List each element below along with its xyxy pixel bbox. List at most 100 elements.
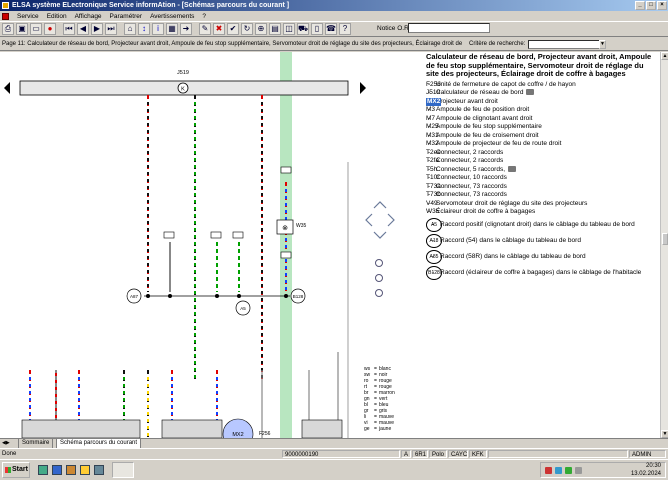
refresh-icon[interactable]: ↻ (241, 23, 253, 35)
image-icon[interactable]: ▦ (166, 23, 178, 35)
camera-icon[interactable] (508, 165, 517, 172)
app-menu-icon[interactable] (2, 12, 9, 20)
legend-circle-list: A5- Raccord positif (clignotant droit) da… (398, 218, 660, 281)
tab-scroll-icon[interactable]: ◀▶ (2, 440, 10, 446)
start-button[interactable]: Start (2, 462, 30, 478)
nav-first-icon[interactable]: ⏮ (63, 23, 75, 35)
diagram-prev-arrow-icon[interactable] (4, 82, 10, 94)
diagram-next-arrow-icon[interactable] (360, 82, 366, 94)
close-button[interactable]: × (657, 1, 667, 10)
legend-item[interactable]: M7- Ampoule de clignotant avant droit (398, 115, 660, 124)
wrench-icon[interactable]: ✎ (199, 23, 211, 35)
quicklaunch-ie-icon[interactable] (52, 465, 62, 475)
maximize-button[interactable]: □ (646, 1, 656, 10)
exit-icon[interactable]: ✖ (213, 23, 225, 35)
tray-volume-icon[interactable] (545, 467, 552, 474)
legend-item[interactable]: MX2-Projecteur avant droit (398, 97, 660, 106)
menu-parametrer[interactable]: Paramétrer (110, 13, 143, 20)
legend-item[interactable]: F256- Unité de fermeture de capot de coff… (398, 81, 660, 90)
scroll-thumb[interactable] (662, 233, 668, 245)
status-empty (488, 450, 628, 458)
camera-icon[interactable]: ● (44, 23, 56, 35)
table-icon[interactable]: ▤ (269, 23, 281, 35)
legend-circle-item[interactable]: A85- Raccord (58R) dans le câblage du tab… (398, 250, 660, 265)
legend-item-text: Ampoule de feu de position droit (436, 106, 530, 113)
tray-network-icon[interactable] (555, 467, 562, 474)
legend-item-text: Connecteur, 10 raccords (436, 174, 507, 181)
quicklaunch-desktop-icon[interactable] (38, 465, 48, 475)
legend-item[interactable]: M32- Ampoule de projecteur de feu de rout… (398, 140, 660, 149)
component-bottom-left[interactable] (21, 419, 141, 438)
tray-app-icon[interactable] (575, 467, 582, 474)
wiring-diagram[interactable]: J519 K ⊗ W35 A87 A5 B128 MX2 F256 ws = b… (0, 52, 398, 438)
legend-item[interactable]: T10r - Connecteur, 10 raccords (398, 174, 660, 183)
quicklaunch-folder-icon[interactable] (66, 465, 76, 475)
clock[interactable]: 20:30 13.02.2024 (631, 463, 661, 478)
sort-icon[interactable]: ↕ (138, 23, 150, 35)
check-icon[interactable]: ✔ (227, 23, 239, 35)
scroll-down-icon[interactable]: ▼ (661, 430, 668, 438)
legend-circle-item[interactable]: A18- Raccord (54) dans le câblage du tabl… (398, 234, 660, 249)
criteria-dropdown-icon[interactable]: ▼ (599, 40, 606, 49)
taskbar-elsa-button[interactable] (112, 462, 134, 478)
help-icon[interactable]: ? (339, 23, 351, 35)
quicklaunch-mail-icon[interactable] (80, 465, 90, 475)
camera-icon[interactable] (526, 89, 535, 96)
save-icon[interactable]: ▣ (16, 23, 28, 35)
legend-item-text: Éclaireur droit de coffre à bagages (436, 208, 536, 215)
menu-help[interactable]: ? (202, 13, 206, 20)
nav-next-icon[interactable]: ▶ (91, 23, 103, 35)
legend-item[interactable]: T5h - Connecteur, 5 raccords, (398, 166, 660, 175)
window-icon[interactable]: ◫ (283, 23, 295, 35)
notice-input[interactable] (408, 23, 490, 33)
tray-security-icon[interactable] (565, 467, 572, 474)
car-icon[interactable]: ⛟ (297, 23, 309, 35)
minimize-button[interactable]: _ (635, 1, 645, 10)
menu-avertissements[interactable]: Avertissements (150, 13, 194, 20)
legend-item[interactable]: M31- Ampoule de feu de croisement droit (398, 132, 660, 141)
legend-item[interactable]: T2fa - Connecteur, 2 raccords (398, 157, 660, 166)
legend-item[interactable]: T73b - Connecteur, 73 raccords (398, 191, 660, 200)
legend-circle-item[interactable]: A5- Raccord positif (clignotant droit) da… (398, 218, 660, 233)
svg-text:B128: B128 (293, 294, 304, 299)
component-bottom-right[interactable] (301, 419, 343, 438)
arrow-icon[interactable]: ➜ (180, 23, 192, 35)
criteria-input[interactable] (528, 40, 606, 49)
nav-prev-icon[interactable]: ◀ (77, 23, 89, 35)
menu-service[interactable]: Service (17, 13, 39, 20)
legend-item[interactable]: M3- Ampoule de feu de position droit (398, 106, 660, 115)
legend-circle-text: Raccord (54) dans le câblage du tableau … (440, 236, 581, 244)
legend-circle-item[interactable]: B128- Raccord (éclaireur de coffre à baga… (398, 266, 660, 281)
phone-icon[interactable]: ☎ (325, 23, 337, 35)
connector-circles: A87 A5 B128 (126, 288, 306, 316)
svg-text:jaune: jaune (378, 426, 391, 432)
home-icon[interactable]: ⌂ (124, 23, 136, 35)
legend-item[interactable]: T73a - Connecteur, 73 raccords (398, 183, 660, 192)
legend-item[interactable]: V49- Servomoteur droit de réglage du site… (398, 200, 660, 209)
printer-icon[interactable]: ⎙ (2, 23, 14, 35)
component-bottom-mid[interactable] (161, 419, 223, 438)
svg-text:ge: ge (364, 426, 370, 432)
legend-item-code: T73a (426, 182, 441, 190)
scroll-up-icon[interactable]: ▲ (661, 52, 668, 60)
quicklaunch-app-icon[interactable] (94, 465, 104, 475)
info-icon[interactable]: i (152, 23, 164, 35)
diagram-nav-controls[interactable] (365, 201, 395, 239)
legend-item[interactable]: W35- Éclaireur droit de coffre à bagages (398, 208, 660, 217)
svg-text:A87: A87 (130, 294, 139, 299)
folder-icon[interactable]: ▭ (30, 23, 42, 35)
windows-logo-icon (5, 467, 11, 473)
book-icon[interactable]: ▯ (311, 23, 323, 35)
zoom-icon[interactable]: ⊕ (255, 23, 267, 35)
zoom-controls[interactable] (375, 259, 383, 297)
menu-edition[interactable]: Edition (47, 13, 67, 20)
legend-item[interactable]: T2ee - Connecteur, 2 raccords (398, 149, 660, 158)
nav-last-icon[interactable]: ⏭ (105, 23, 117, 35)
menu-affichage[interactable]: Affichage (75, 13, 102, 20)
start-label: Start (12, 466, 28, 473)
legend-item[interactable]: M25- Ampoule de feu stop supplémentaire (398, 123, 660, 132)
legend-scrollbar[interactable]: ▲ ▼ (660, 52, 668, 438)
system-tray: 20:30 13.02.2024 (540, 462, 666, 478)
legend-item-code: T10r (426, 174, 440, 181)
legend-item[interactable]: J519- Calculateur de réseau de bord (398, 89, 660, 98)
